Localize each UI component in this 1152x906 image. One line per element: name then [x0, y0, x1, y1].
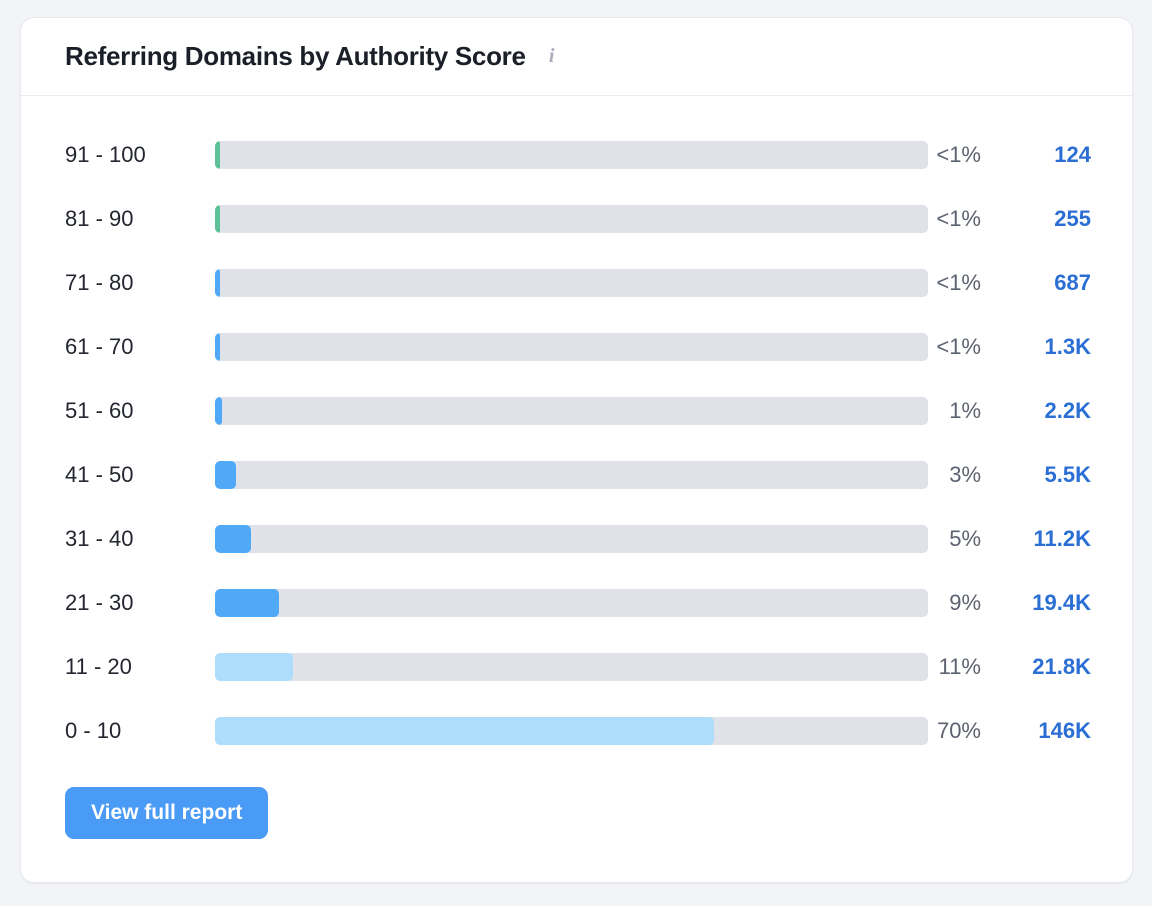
bar-row-label: 0 - 10: [65, 718, 215, 744]
page-title: Referring Domains by Authority Score: [65, 41, 526, 72]
bar-row-label: 71 - 80: [65, 270, 215, 296]
bar-row-label: 91 - 100: [65, 142, 215, 168]
bar-row-label: 61 - 70: [65, 334, 215, 360]
bar-row-percent: <1%: [928, 142, 981, 168]
bar-row-count[interactable]: 687: [981, 270, 1091, 296]
bar-row-percent: <1%: [928, 206, 981, 232]
bar-fill: [215, 461, 236, 489]
bar-fill: [215, 653, 293, 681]
bar-row: 51 - 60 1%2.2K: [21, 379, 1132, 443]
bar-fill: [215, 397, 222, 425]
bar-row-percent: 3%: [928, 462, 981, 488]
bar-track: [215, 269, 928, 297]
bar-row-label: 21 - 30: [65, 590, 215, 616]
bar-track: [215, 333, 928, 361]
bar-row-label: 11 - 20: [65, 654, 215, 680]
bar-row-count[interactable]: 21.8K: [981, 654, 1091, 680]
bar-fill: [215, 205, 220, 233]
bar-row-percent: <1%: [928, 270, 981, 296]
bar-row: 81 - 90 <1%255: [21, 187, 1132, 251]
bar-row-percent: 11%: [928, 654, 981, 680]
bar-row: 41 - 50 3%5.5K: [21, 443, 1132, 507]
bar-row-label: 41 - 50: [65, 462, 215, 488]
bar-row-count[interactable]: 19.4K: [981, 590, 1091, 616]
bar-fill: [215, 525, 251, 553]
bar-row-percent: 70%: [928, 718, 981, 744]
bar-row-percent: 5%: [928, 526, 981, 552]
info-icon[interactable]: i: [542, 47, 562, 67]
bar-track: [215, 141, 928, 169]
bar-fill: [215, 333, 220, 361]
bar-row-count[interactable]: 1.3K: [981, 334, 1091, 360]
bar-row: 21 - 30 9%19.4K: [21, 571, 1132, 635]
bar-row-count[interactable]: 146K: [981, 718, 1091, 744]
bar-track: [215, 525, 928, 553]
bar-fill: [215, 269, 220, 297]
bar-row-percent: <1%: [928, 334, 981, 360]
card-footer: View full report: [21, 763, 1132, 839]
bar-row-percent: 9%: [928, 590, 981, 616]
bar-track: [215, 205, 928, 233]
bar-row: 31 - 40 5%11.2K: [21, 507, 1132, 571]
card-header: Referring Domains by Authority Score i: [21, 18, 1132, 96]
bar-track: [215, 461, 928, 489]
bar-row-count[interactable]: 5.5K: [981, 462, 1091, 488]
bar-row-percent: 1%: [928, 398, 981, 424]
bar-row-count[interactable]: 11.2K: [981, 526, 1091, 552]
bar-fill: [215, 589, 279, 617]
bar-track: [215, 589, 928, 617]
bar-row: 61 - 70 <1%1.3K: [21, 315, 1132, 379]
bar-row-label: 51 - 60: [65, 398, 215, 424]
bar-row-count[interactable]: 124: [981, 142, 1091, 168]
bar-row-label: 81 - 90: [65, 206, 215, 232]
bar-track: [215, 397, 928, 425]
bar-row: 71 - 80 <1%687: [21, 251, 1132, 315]
bar-row: 0 - 10 70%146K: [21, 699, 1132, 763]
view-full-report-button[interactable]: View full report: [65, 787, 268, 839]
bar-track: [215, 653, 928, 681]
bar-track: [215, 717, 928, 745]
bar-fill: [215, 717, 714, 745]
authority-score-bar-chart: 91 - 100<1%12481 - 90<1%25571 - 80<1%687…: [21, 96, 1132, 763]
bar-row: 11 - 20 11%21.8K: [21, 635, 1132, 699]
referring-domains-card: Referring Domains by Authority Score i 9…: [20, 17, 1133, 883]
bar-row-label: 31 - 40: [65, 526, 215, 552]
bar-row: 91 - 100 <1%124: [21, 123, 1132, 187]
bar-row-count[interactable]: 2.2K: [981, 398, 1091, 424]
bar-fill: [215, 141, 220, 169]
bar-row-count[interactable]: 255: [981, 206, 1091, 232]
